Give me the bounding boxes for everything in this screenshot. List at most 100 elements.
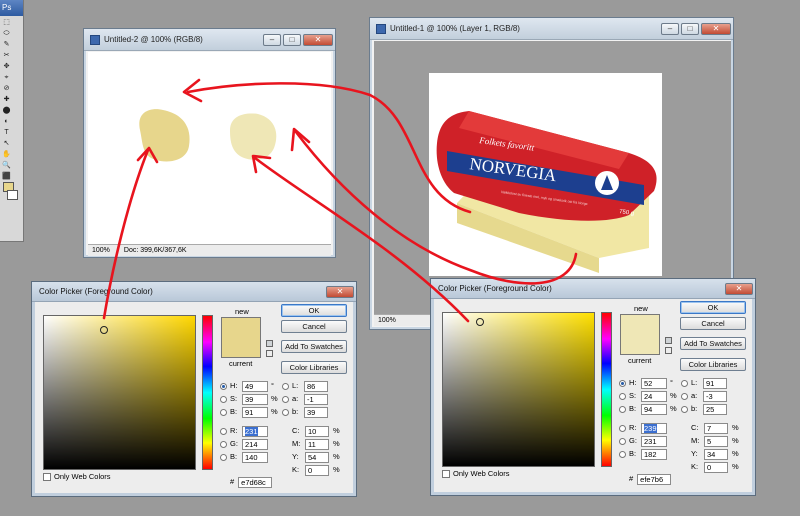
input-lab-b[interactable]: 39 xyxy=(304,406,328,418)
input-y[interactable]: 54 xyxy=(305,451,329,463)
tool-icon[interactable]: ⬚ xyxy=(2,18,11,27)
close-button[interactable]: ✕ xyxy=(725,282,753,295)
color-libraries-button[interactable]: Color Libraries xyxy=(281,361,347,374)
zoom-level[interactable]: 100% xyxy=(92,247,110,254)
radio-lab-a[interactable] xyxy=(282,395,289,403)
input-lab-a[interactable]: -3 xyxy=(703,390,727,402)
cancel-button[interactable]: Cancel xyxy=(680,317,746,330)
color-picker-marker[interactable] xyxy=(99,325,108,334)
close-button[interactable]: ✕ xyxy=(303,33,333,46)
input-lab-L[interactable]: 91 xyxy=(703,377,727,389)
input-m[interactable]: 11 xyxy=(305,438,329,450)
gamut-warning-cube-icon[interactable] xyxy=(266,340,273,347)
radio-b[interactable] xyxy=(220,408,227,416)
radio-bv[interactable] xyxy=(220,453,227,461)
tool-icon[interactable]: ◐ xyxy=(2,117,11,126)
input-lab-b[interactable]: 25 xyxy=(703,403,727,415)
input-bv[interactable]: 140 xyxy=(242,451,268,463)
radio-lab-L[interactable] xyxy=(282,382,289,390)
radio-lab-b[interactable] xyxy=(282,408,289,416)
canvas[interactable] xyxy=(88,52,331,244)
input-h[interactable]: 52 xyxy=(641,377,667,389)
canvas[interactable]: Folkets favoritt NORVEGIA Nøkkelost av f… xyxy=(429,73,662,276)
hex-input[interactable]: e7d68c xyxy=(238,476,273,488)
input-bv[interactable]: 182 xyxy=(641,448,667,460)
input-y[interactable]: 34 xyxy=(704,448,728,460)
maximize-button[interactable]: □ xyxy=(681,22,699,35)
add-to-swatches-button[interactable]: Add To Swatches xyxy=(281,340,347,353)
input-lab-a[interactable]: -1 xyxy=(304,393,328,405)
tool-icon[interactable]: ✎ xyxy=(2,40,11,49)
radio-h[interactable] xyxy=(220,382,227,390)
input-r[interactable]: 231 xyxy=(242,425,268,437)
out-of-gamut-swatch[interactable] xyxy=(665,347,672,354)
color-libraries-button[interactable]: Color Libraries xyxy=(680,358,746,371)
only-web-colors-checkbox[interactable] xyxy=(442,470,450,478)
close-button[interactable]: ✕ xyxy=(701,22,731,35)
zoom-level[interactable]: 100% xyxy=(378,317,396,324)
input-r[interactable]: 239 xyxy=(641,422,667,434)
ok-button[interactable]: OK xyxy=(680,301,746,314)
input-s[interactable]: 39 xyxy=(242,393,268,405)
tool-icon[interactable]: ⬛ xyxy=(2,172,11,181)
input-b[interactable]: 91 xyxy=(242,406,268,418)
input-b[interactable]: 94 xyxy=(641,403,667,415)
radio-g[interactable] xyxy=(619,437,626,445)
tool-icon[interactable]: ⌖ xyxy=(2,73,11,82)
radio-bv[interactable] xyxy=(619,450,626,458)
hue-slider[interactable] xyxy=(601,312,612,467)
hex-input[interactable]: efe7b6 xyxy=(637,473,672,485)
only-web-colors[interactable]: Only Web Colors xyxy=(43,471,111,483)
input-m[interactable]: 5 xyxy=(704,435,728,447)
ok-button[interactable]: OK xyxy=(281,304,347,317)
input-s[interactable]: 24 xyxy=(641,390,667,402)
tool-icon[interactable]: ✚ xyxy=(2,95,11,104)
saturation-brightness-field[interactable] xyxy=(43,315,196,470)
close-button[interactable]: ✕ xyxy=(326,285,354,298)
tool-icon[interactable]: ⊘ xyxy=(2,84,11,93)
radio-lab-a[interactable] xyxy=(681,392,688,400)
only-web-colors[interactable]: Only Web Colors xyxy=(442,468,510,480)
input-g[interactable]: 214 xyxy=(242,438,268,450)
tool-icon[interactable]: ✂ xyxy=(2,51,11,60)
input-h[interactable]: 49 xyxy=(242,380,268,392)
maximize-button[interactable]: □ xyxy=(283,33,301,46)
tool-icon[interactable]: ⬭ xyxy=(2,29,11,38)
background-color-swatch[interactable] xyxy=(7,190,18,200)
minimize-button[interactable]: – xyxy=(661,22,679,35)
hue-slider[interactable] xyxy=(202,315,213,470)
radio-lab-b[interactable] xyxy=(681,405,688,413)
tool-icon[interactable]: ✥ xyxy=(2,62,11,71)
input-c[interactable]: 7 xyxy=(704,422,728,434)
input-k[interactable]: 0 xyxy=(305,464,329,476)
add-to-swatches-button[interactable]: Add To Swatches xyxy=(680,337,746,350)
radio-s[interactable] xyxy=(220,395,227,403)
radio-s[interactable] xyxy=(619,392,626,400)
input-lab-L[interactable]: 86 xyxy=(304,380,328,392)
tool-icon[interactable]: ✋ xyxy=(2,150,11,159)
gamut-warning-cube-icon[interactable] xyxy=(665,337,672,344)
cancel-button[interactable]: Cancel xyxy=(281,320,347,333)
radio-r[interactable] xyxy=(619,424,626,432)
tool-icon[interactable]: T xyxy=(2,128,11,137)
input-k[interactable]: 0 xyxy=(704,461,728,473)
tool-icon[interactable]: ⬤ xyxy=(2,106,11,115)
tool-icon[interactable]: 🔍 xyxy=(2,161,11,170)
radio-r[interactable] xyxy=(220,427,227,435)
radio-h[interactable] xyxy=(619,379,626,387)
radio-g[interactable] xyxy=(220,440,227,448)
title-bar: Untitled-2 @ 100% (RGB/8) – □ ✕ xyxy=(84,29,335,51)
radio-b[interactable] xyxy=(619,405,626,413)
current-color-swatch[interactable] xyxy=(620,335,660,355)
radio-lab-L[interactable] xyxy=(681,379,688,387)
field-lab-b: b: 39 xyxy=(282,406,328,418)
tool-icon[interactable]: ↖ xyxy=(2,139,11,148)
current-color-swatch[interactable] xyxy=(221,338,261,358)
out-of-gamut-swatch[interactable] xyxy=(266,350,273,357)
saturation-brightness-field[interactable] xyxy=(442,312,595,467)
minimize-button[interactable]: – xyxy=(263,33,281,46)
input-c[interactable]: 10 xyxy=(305,425,329,437)
input-g[interactable]: 231 xyxy=(641,435,667,447)
color-picker-marker[interactable] xyxy=(475,318,484,327)
only-web-colors-checkbox[interactable] xyxy=(43,473,51,481)
